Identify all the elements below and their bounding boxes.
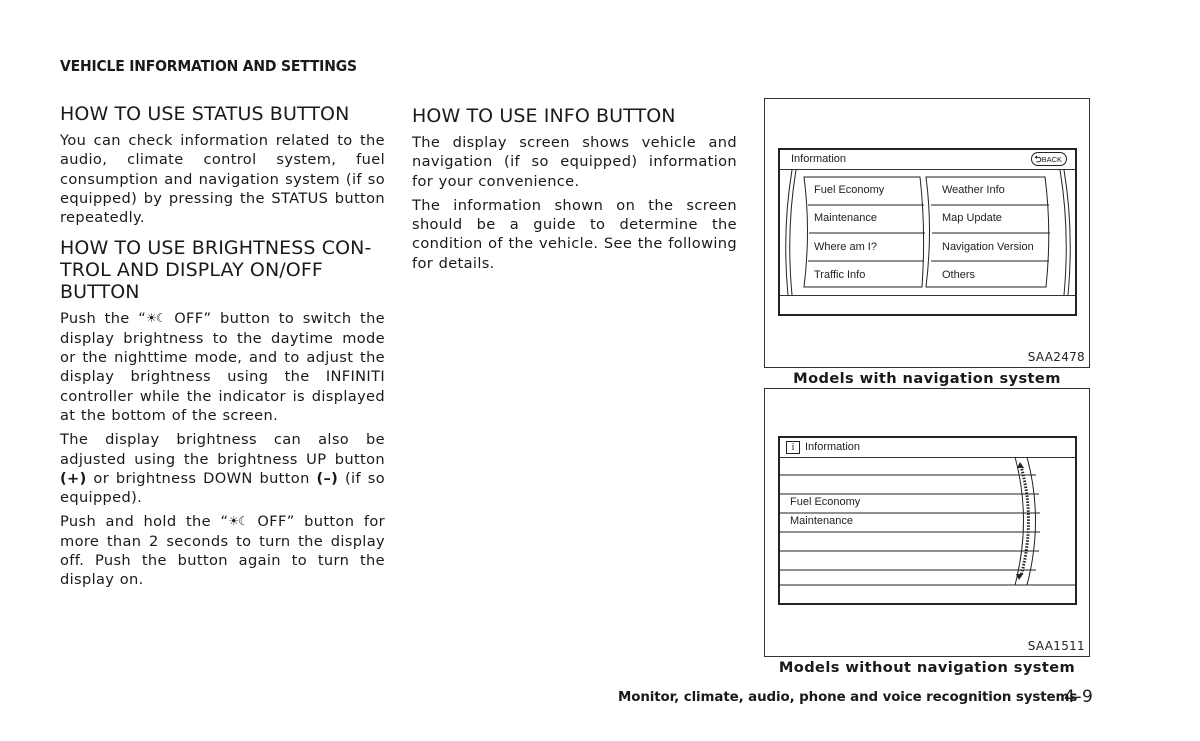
- left-outer-arc-inner: [789, 169, 797, 296]
- info-paragraph-2: The information shown on the screen shou…: [412, 196, 737, 272]
- text: OFF” button to switch the display bright…: [60, 310, 385, 424]
- sun-moon-icon: ☀☾: [146, 311, 166, 326]
- menu-item-where-am-i[interactable]: Where am I?: [814, 241, 877, 253]
- brightness-heading: HOW TO USE BRIGHTNESS CON- TROL AND DISP…: [60, 237, 385, 303]
- figure-code: SAA2478: [1027, 350, 1085, 364]
- figure-caption-without-nav: Models without navigation system: [778, 659, 1076, 676]
- up-sign: (+): [60, 469, 87, 487]
- figure-with-navigation: Information ⮌BACK Fuel Economy Maintenan…: [764, 98, 1090, 368]
- right-outer-arc-inner: [1059, 169, 1067, 296]
- menu-item-maintenance[interactable]: Maintenance: [814, 212, 877, 224]
- brightness-paragraph-1: Push the “☀☾ OFF” button to switch the d…: [60, 309, 385, 425]
- status-paragraph: You can check information related to the…: [60, 132, 385, 227]
- menu-item-navigation-version[interactable]: Navigation Version: [942, 241, 1034, 253]
- text: Push and hold the “: [60, 513, 229, 531]
- menu-item-fuel-economy[interactable]: Fuel Economy: [814, 184, 884, 196]
- figure-code: SAA1511: [1027, 639, 1085, 653]
- brightness-paragraph-2: The display brightness can also be adjus…: [60, 430, 385, 507]
- figure-without-navigation: i Information Fuel Economy Maintenance S…: [764, 388, 1090, 657]
- figure-caption-with-nav: Models with navigation system: [793, 370, 1061, 387]
- information-screen-no-nav: i Information Fuel Economy Maintenance: [778, 436, 1077, 605]
- list-item-fuel-economy[interactable]: Fuel Economy: [790, 496, 860, 508]
- text: The display brightness can also be adjus…: [60, 431, 385, 468]
- chapter-footer: Monitor, climate, audio, phone and voice…: [618, 690, 1078, 705]
- screen-bottom-bar: [780, 295, 1075, 314]
- brightness-paragraph-3: Push and hold the “☀☾ OFF” button for mo…: [60, 512, 385, 589]
- menu-item-map-update[interactable]: Map Update: [942, 212, 1002, 224]
- scrollbar-right-edge: [1026, 456, 1036, 586]
- section-header: VEHICLE INFORMATION AND SETTINGS: [60, 57, 357, 75]
- page-number: 4-9: [1064, 687, 1094, 707]
- status-heading: HOW TO USE STATUS BUTTON: [60, 103, 350, 125]
- menu-item-traffic-info[interactable]: Traffic Info: [814, 269, 865, 281]
- brightness-heading-line1: HOW TO USE BRIGHTNESS CON-: [60, 237, 372, 260]
- scroll-up-arrow-icon: [1017, 462, 1024, 468]
- menu-item-weather-info[interactable]: Weather Info: [942, 184, 1005, 196]
- scrollbar-track: [1019, 465, 1030, 577]
- info-paragraph-1: The display screen shows vehicle and nav…: [412, 134, 737, 190]
- info-heading: HOW TO USE INFO BUTTON: [412, 105, 676, 127]
- down-sign: (–): [316, 469, 339, 487]
- middle-column: HOW TO USE INFO BUTTON The display scree…: [412, 105, 737, 278]
- sun-moon-icon: ☀☾: [228, 514, 248, 529]
- text: or brightness DOWN button: [86, 469, 317, 487]
- brightness-heading-line2: TROL AND DISPLAY ON/OFF BUTTON: [60, 259, 323, 304]
- menu-frame-graphic: [785, 169, 1071, 296]
- menu-item-others[interactable]: Others: [942, 269, 975, 281]
- list-item-maintenance[interactable]: Maintenance: [790, 515, 853, 527]
- text: Push the “: [60, 310, 147, 328]
- left-column: HOW TO USE STATUS BUTTON You can check i…: [60, 103, 385, 595]
- information-screen-nav: Information ⮌BACK Fuel Economy Maintenan…: [778, 148, 1077, 316]
